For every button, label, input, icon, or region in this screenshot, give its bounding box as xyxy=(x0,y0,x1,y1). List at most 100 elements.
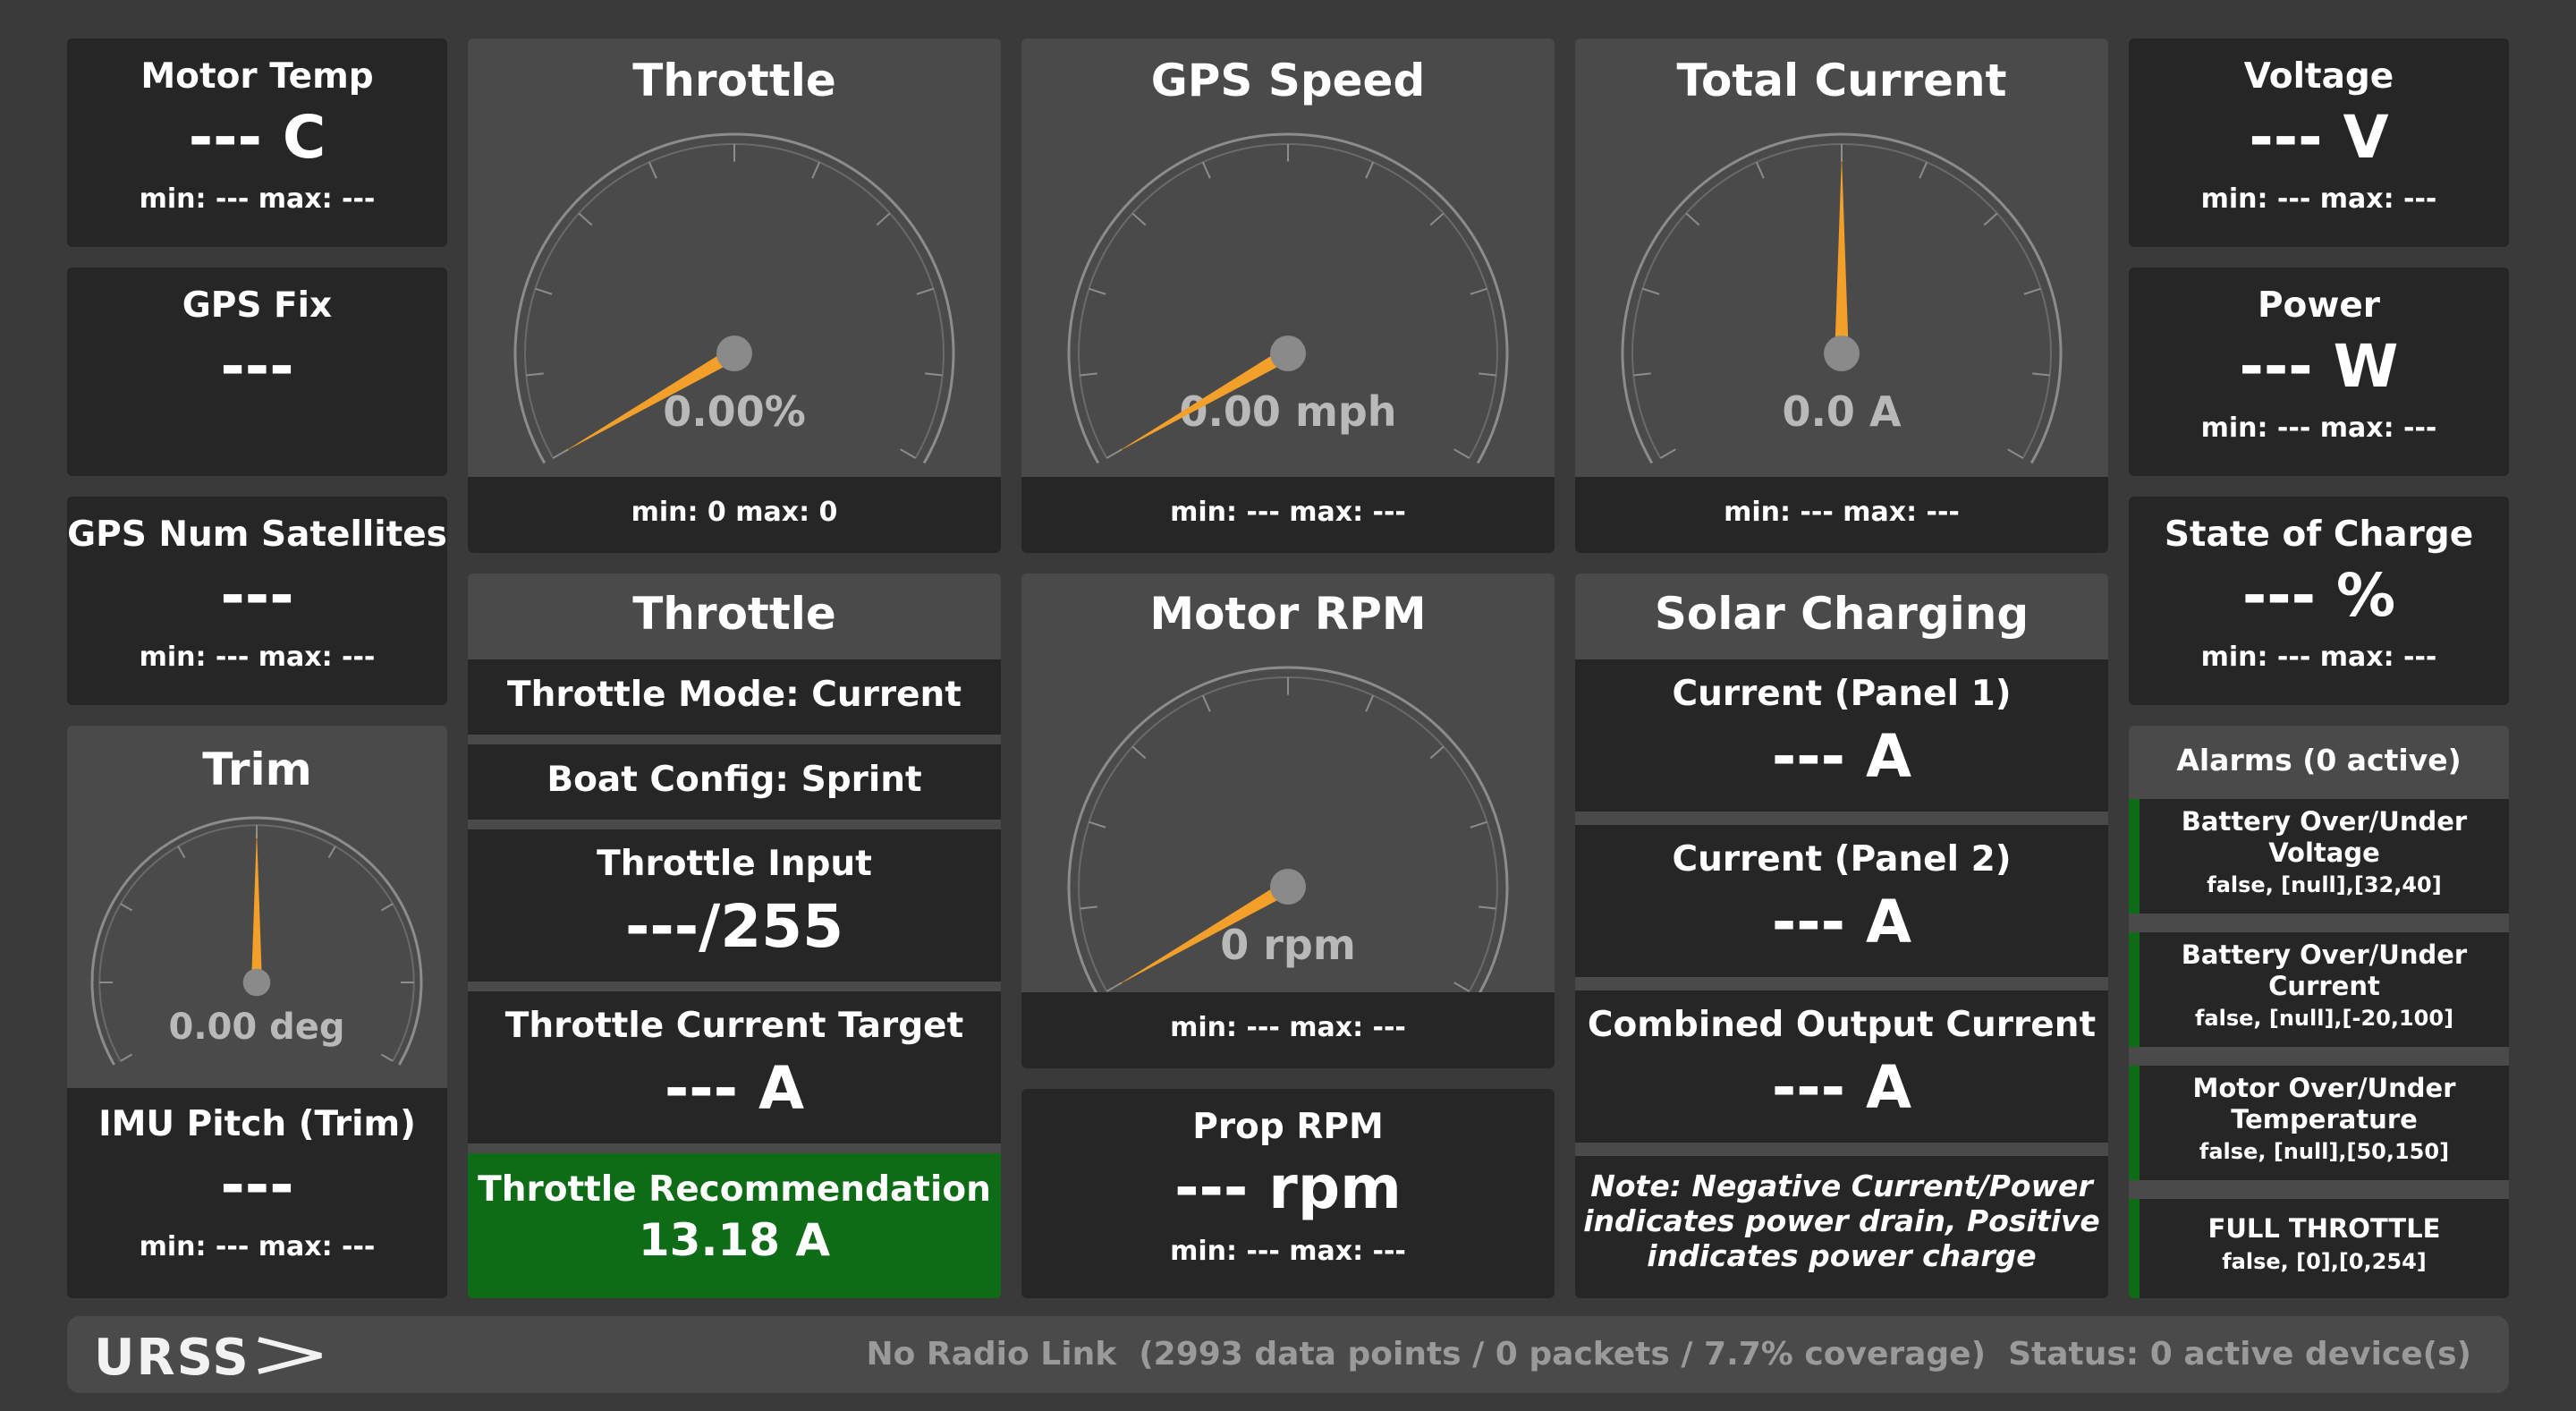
imu-pitch-section: IMU Pitch (Trim) --- min: --- max: --- xyxy=(67,1088,447,1298)
gauge-tick xyxy=(1201,694,1211,712)
throttle-target-row: Throttle Current Target --- A xyxy=(468,991,1001,1143)
gauge-tick xyxy=(327,846,336,859)
gauge-tick xyxy=(120,903,133,912)
alarm-item: Motor Over/Under Temperature false, [nul… xyxy=(2129,1066,2509,1180)
throttle-target-label: Throttle Current Target xyxy=(504,1006,964,1046)
gauge-tick xyxy=(1470,820,1487,829)
solar-panel2-value: --- A xyxy=(1771,888,1912,956)
power-minmax: min: --- max: --- xyxy=(2200,412,2437,444)
gps-sats-minmax: min: --- max: --- xyxy=(139,642,376,673)
throttle-gauge-footer: min: 0 max: 0 xyxy=(468,477,1001,553)
footer-bar: URSS No Radio Link (2993 data points / 0… xyxy=(67,1316,2509,1393)
gauge-tick xyxy=(578,212,593,226)
solar-panel2-row: Current (Panel 2) --- A xyxy=(1575,825,2108,977)
solar-combined-label: Combined Output Current xyxy=(1587,1005,2097,1045)
solar-charging-panel: Solar Charging Current (Panel 1) --- A C… xyxy=(1575,574,2108,1298)
gauge-tick xyxy=(1919,161,1928,179)
gps-fix-card: GPS Fix --- xyxy=(67,268,447,476)
gauge-needle-hub xyxy=(1824,336,1860,371)
gauge-tick xyxy=(1479,372,1496,377)
total-current-minmax: min: --- max: --- xyxy=(1724,497,1960,528)
gauge-tick xyxy=(1479,905,1496,910)
solar-combined-value: --- A xyxy=(1771,1053,1912,1122)
gauge-tick xyxy=(2007,448,2024,459)
throttle-recommendation: Throttle Recommendation 13.18 A xyxy=(468,1153,1001,1298)
gauge-tick xyxy=(526,372,544,377)
gauge-tick xyxy=(1470,287,1487,295)
gauge-needle-hub xyxy=(242,968,271,997)
gauge-tick xyxy=(1685,212,1700,226)
throttle-recommendation-value: 13.18 A xyxy=(638,1214,831,1266)
state-of-charge-minmax: min: --- max: --- xyxy=(2200,642,2437,673)
gauge-tick xyxy=(1131,212,1147,226)
gauge-tick xyxy=(2032,372,2050,377)
power-card: Power --- W min: --- max: --- xyxy=(2129,268,2509,476)
alarm-name-cont: Current xyxy=(2268,971,2380,1001)
throttle-panel: Throttle Throttle Mode: Current Boat Con… xyxy=(468,574,1001,1298)
motor-rpm-card: Motor RPM 0 rpm min: --- max: --- xyxy=(1021,574,1555,1068)
motor-temp-title: Motor Temp xyxy=(140,56,374,97)
solar-note-line: indicates power drain, Positive xyxy=(1583,1203,2100,1238)
gauge-tick xyxy=(535,287,553,295)
gauge-needle-hub xyxy=(716,336,752,371)
alarm-name: Battery Over/Under xyxy=(2181,806,2468,837)
alarm-name-cont: Temperature xyxy=(2231,1104,2418,1135)
gauge-tick xyxy=(916,287,934,295)
imu-pitch-title: IMU Pitch (Trim) xyxy=(98,1104,416,1144)
gauge-tick xyxy=(1201,161,1211,179)
boat-config-row: Boat Config: Sprint xyxy=(468,744,1001,820)
imu-pitch-value: --- xyxy=(220,1151,294,1220)
gauge-tick xyxy=(1429,745,1445,760)
gauge-tick xyxy=(811,161,821,179)
total-current-readout: 0.0 A xyxy=(1782,387,1902,436)
gps-sats-value: --- xyxy=(220,561,294,630)
total-current-footer: min: --- max: --- xyxy=(1575,477,2108,553)
solar-note: Note: Negative Current/Power indicates p… xyxy=(1575,1156,2108,1298)
gauge-tick xyxy=(380,903,394,912)
gauge-tick xyxy=(1429,212,1445,226)
gps-speed-card: GPS Speed 0.00 mph min: --- max: --- xyxy=(1021,38,1555,553)
gauge-needle-hub xyxy=(1270,336,1306,371)
power-value: --- W xyxy=(2239,332,2399,401)
gauge-needle-pointer xyxy=(251,830,262,982)
total-current-gauge: 0.0 A xyxy=(1621,132,2063,464)
throttle-input-value: ---/255 xyxy=(624,892,844,961)
gauge-tick xyxy=(1755,161,1765,179)
voltage-value: --- V xyxy=(2249,103,2389,172)
throttle-recommendation-label: Throttle Recommendation xyxy=(478,1169,991,1210)
alarm-name-cont: Voltage xyxy=(2268,837,2380,868)
throttle-input-label: Throttle Input xyxy=(597,844,872,884)
gps-fix-title: GPS Fix xyxy=(182,285,333,326)
trim-gauge: 0.00 deg xyxy=(90,816,423,1066)
motor-temp-minmax: min: --- max: --- xyxy=(139,183,376,215)
gauge-tick xyxy=(1659,448,1676,459)
solar-charging-title: Solar Charging xyxy=(1654,588,2029,640)
voltage-card: Voltage --- V min: --- max: --- xyxy=(2129,38,2509,247)
imu-pitch-minmax: min: --- max: --- xyxy=(139,1231,376,1262)
gauge-tick xyxy=(1131,745,1147,760)
gauge-tick xyxy=(1089,820,1106,829)
alarm-item: Battery Over/Under Voltage false, [null]… xyxy=(2129,799,2509,914)
motor-rpm-gauge: 0 rpm xyxy=(1067,666,1509,992)
alarms-title: Alarms (0 active) xyxy=(2176,743,2462,778)
total-current-needle xyxy=(1824,155,1860,371)
gauge-tick xyxy=(1453,448,1470,459)
voltage-minmax: min: --- max: --- xyxy=(2200,183,2437,215)
gauge-tick xyxy=(876,212,891,226)
throttle-target-value: --- A xyxy=(664,1054,805,1123)
gps-speed-gauge: 0.00 mph xyxy=(1067,132,1509,464)
prop-rpm-card: Prop RPM --- rpm min: --- max: --- xyxy=(1021,1089,1555,1298)
total-current-card: Total Current 0.0 A min: --- max: --- xyxy=(1575,38,2108,553)
radio-status-text: No Radio Link (2993 data points / 0 pack… xyxy=(866,1336,2472,1373)
gps-fix-value: --- xyxy=(220,332,294,401)
gauge-tick xyxy=(1453,982,1470,992)
alarm-item: FULL THROTTLE false, [0],[0,254] xyxy=(2129,1199,2509,1298)
alarm-item: Battery Over/Under Current false, [null]… xyxy=(2129,932,2509,1047)
gauge-needle-hub xyxy=(1270,869,1306,905)
gauge-tick xyxy=(1365,694,1375,712)
solar-note-line: Note: Negative Current/Power xyxy=(1590,1169,2093,1203)
trim-gauge-needle xyxy=(242,830,271,997)
gps-sats-card: GPS Num Satellites --- min: --- max: --- xyxy=(67,497,447,705)
gauge-tick xyxy=(1080,372,1097,377)
power-title: Power xyxy=(2257,285,2381,326)
